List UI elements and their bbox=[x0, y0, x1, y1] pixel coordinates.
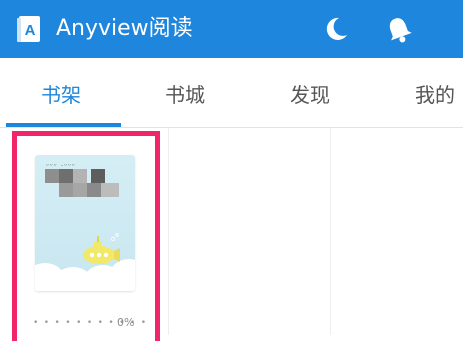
submarine-icon bbox=[83, 233, 120, 264]
app-bar: A Anyview阅读 bbox=[0, 0, 463, 58]
tab-mine[interactable]: 我的 bbox=[415, 80, 455, 110]
bell-icon[interactable] bbox=[384, 15, 414, 45]
moon-icon[interactable] bbox=[322, 15, 350, 43]
tab-discover[interactable]: 发现 bbox=[290, 80, 330, 110]
book-cover[interactable]: ᵕᵕᵕ ·ᵕᵕᵕ bbox=[35, 155, 135, 291]
tab-bookshelf[interactable]: 书架 bbox=[41, 80, 81, 110]
column-divider bbox=[330, 128, 331, 335]
progress-label: 0% bbox=[117, 316, 135, 329]
app-title: Anyview阅读 bbox=[56, 16, 193, 41]
bookshelf-grid: ᵕᵕᵕ ·ᵕᵕᵕ • • • • • • • • • • • 0% bbox=[0, 128, 463, 341]
tab-bookstore[interactable]: 书城 bbox=[165, 80, 205, 110]
book-item[interactable]: ᵕᵕᵕ ·ᵕᵕᵕ • • • • • • • • • • • 0% bbox=[12, 131, 160, 341]
tab-bar: 书架 书城 发现 我的 bbox=[0, 58, 463, 128]
logo-letter: A bbox=[25, 22, 36, 39]
book-logo-icon: A bbox=[17, 16, 40, 42]
active-tab-indicator bbox=[6, 123, 121, 127]
column-divider bbox=[168, 128, 169, 335]
